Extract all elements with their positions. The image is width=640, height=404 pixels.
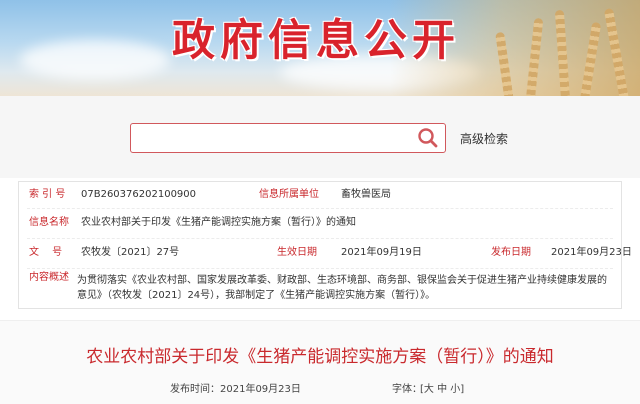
row-divider — [27, 208, 613, 209]
info-row-index: 索 引 号 07B260376202100900 信息所属单位 畜牧兽医局 — [19, 182, 623, 208]
info-table: 索 引 号 07B260376202100900 信息所属单位 畜牧兽医局 信息… — [18, 181, 632, 309]
doc-number-label: 文 号 — [29, 247, 63, 258]
org-value: 畜牧兽医局 — [341, 189, 391, 200]
doc-number-value: 农牧发〔2021〕27号 — [81, 247, 180, 258]
summary-value: 为贯彻落实《农业农村部、国家发展改革委、财政部、生态环境部、商务部、银保监会关于… — [77, 275, 607, 301]
cloud-decoration — [20, 40, 170, 80]
article-title: 农业农村部关于印发《生猪产能调控实施方案（暂行）》的通知 — [86, 347, 554, 367]
search-section: 高级检索 — [0, 96, 640, 178]
search-input[interactable] — [130, 123, 446, 153]
publish-time: 发布时间：2021年09月23日 — [170, 384, 301, 395]
font-size-label: 字体： — [392, 384, 422, 395]
page-title: 政府信息公开 — [172, 16, 460, 66]
effective-date-value: 2021年09月19日 — [341, 247, 422, 258]
header-banner: 政府信息公开 — [0, 0, 640, 96]
index-label: 索 引 号 — [29, 189, 66, 200]
info-row-name: 信息名称 农业农村部关于印发《生猪产能调控实施方案（暂行）》的通知 — [19, 210, 623, 236]
name-value: 农业农村部关于印发《生猪产能调控实施方案（暂行）》的通知 — [81, 217, 356, 228]
font-size-options[interactable]: [大 中 小] — [420, 380, 464, 395]
org-label: 信息所属单位 — [259, 189, 319, 200]
advanced-search-link[interactable]: 高级检索 — [460, 130, 508, 147]
info-row-doc: 文 号 农牧发〔2021〕27号 生效日期 2021年09月19日 发布日期 2… — [19, 240, 632, 266]
publish-date-value: 2021年09月23日 — [551, 247, 632, 258]
search-button[interactable] — [417, 127, 439, 149]
publish-date-label: 发布日期 — [491, 247, 531, 258]
magnifier-icon — [418, 128, 438, 148]
name-label: 信息名称 — [29, 217, 69, 228]
summary-label: 内容概述 — [29, 272, 69, 283]
effective-date-label: 生效日期 — [277, 247, 317, 258]
index-value: 07B260376202100900 — [81, 189, 197, 200]
row-divider — [27, 238, 613, 239]
row-divider — [27, 268, 613, 269]
